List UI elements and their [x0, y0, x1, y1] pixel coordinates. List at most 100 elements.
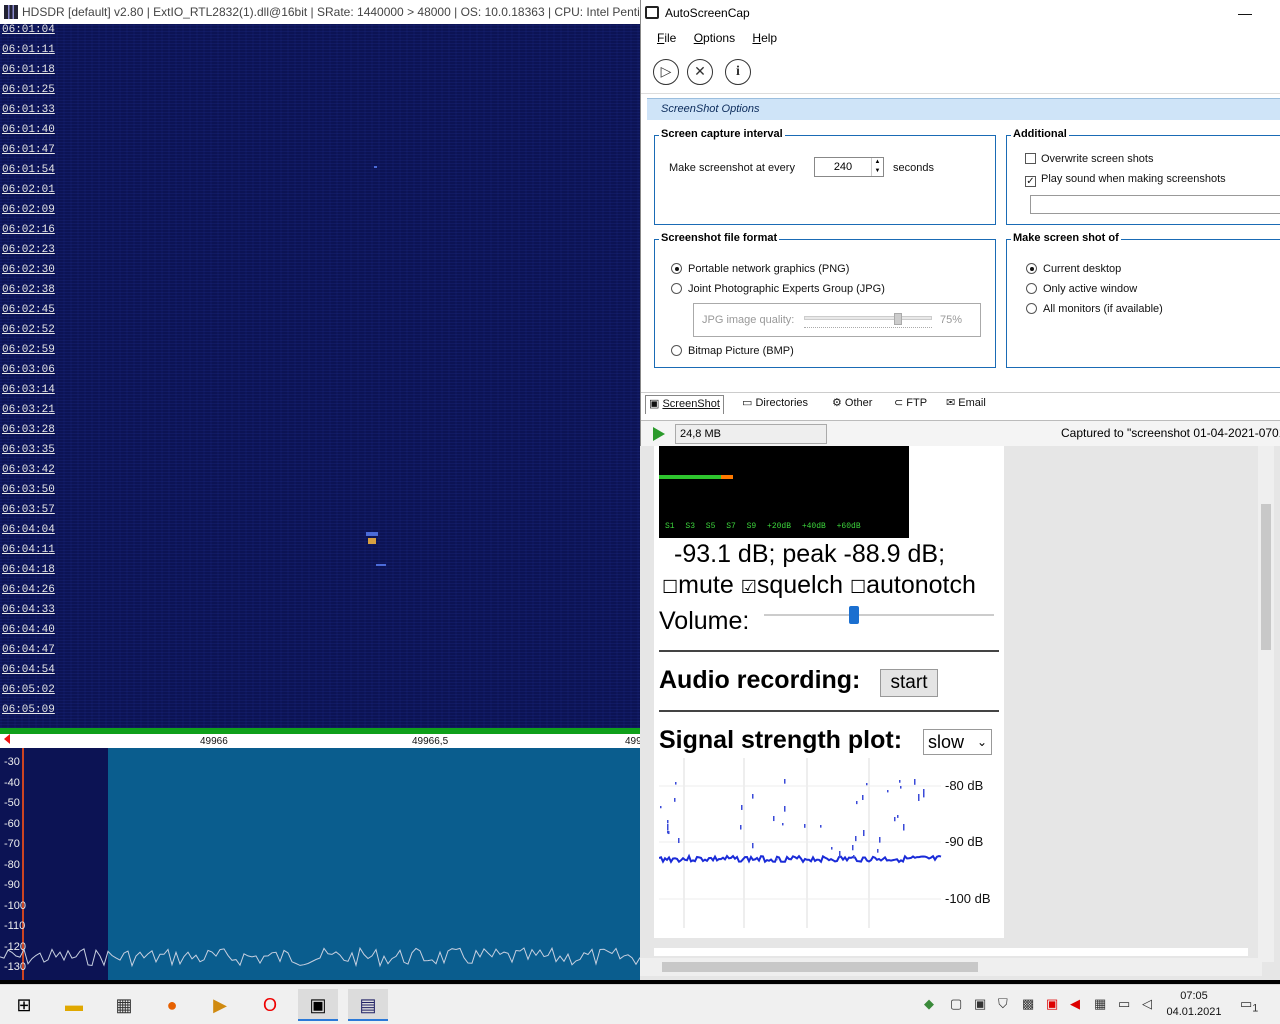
menu-options[interactable]: Options — [694, 31, 735, 45]
taskbar: ⊞ ▬ ▦ ● ▶ O ▣ ▤ ◆ ▢ ▣ ⛉ ▩ ▣ ◀ ▦ ▭ ◁ 07:0… — [0, 984, 1280, 1024]
info-button[interactable]: i — [725, 59, 751, 85]
jpg-quality-thumb[interactable] — [894, 313, 902, 325]
waterfall-noise — [0, 24, 640, 728]
waterfall-timestamp: 06:03:28 — [2, 424, 55, 436]
file-explorer-icon[interactable]: ▬ — [54, 989, 94, 1021]
divider — [659, 650, 999, 652]
asc-title-text: AutoScreenCap — [665, 6, 750, 20]
volume-slider[interactable] — [764, 614, 994, 616]
format-bmp-radio[interactable] — [671, 345, 682, 356]
overwrite-option[interactable]: Overwrite screen shots — [1025, 153, 1153, 165]
play-icon[interactable] — [653, 427, 665, 441]
autonotch-checkbox[interactable]: ☐ — [850, 577, 866, 597]
stop-capture-button[interactable]: ✕ — [687, 59, 713, 85]
security-icon[interactable]: ▩ — [1022, 996, 1034, 1012]
start-capture-button[interactable]: ▷ — [653, 59, 679, 85]
tab-ftp[interactable]: ⊂ FTP — [891, 395, 930, 414]
format-jpg-option[interactable]: Joint Photographic Experts Group (JPG) — [671, 283, 885, 295]
plot-spike — [839, 851, 841, 858]
waterfall-timestamp: 06:03:06 — [2, 364, 55, 376]
tab-screenshot[interactable]: ▣ ScreenShot — [645, 395, 724, 414]
windows-start-icon[interactable]: ⊞ — [4, 989, 44, 1021]
recording-start-button[interactable]: start — [880, 669, 938, 697]
sound-file-field[interactable] — [1030, 195, 1280, 214]
waterfall-timestamp: 06:05:02 — [2, 684, 55, 696]
speaker-icon[interactable]: ◁ — [1142, 996, 1152, 1012]
waterfall-display[interactable]: 06:01:04 06:01:11 06:01:18 06:01:25 06:01:33… — [0, 24, 640, 728]
plot-spike — [752, 843, 754, 849]
network-icon[interactable]: ▭ — [1118, 996, 1130, 1012]
plot-spike — [667, 820, 669, 824]
tab-email[interactable]: ✉ Email — [943, 395, 989, 414]
scroll-thumb[interactable] — [662, 962, 978, 972]
waterfall-timestamp: 06:04:33 — [2, 604, 55, 616]
mute-checkbox[interactable]: ☐ — [662, 577, 678, 597]
menu-file-label: ile — [664, 31, 677, 45]
shield-icon[interactable]: ⛉ — [998, 996, 1008, 1012]
target-current-radio[interactable] — [1026, 263, 1037, 274]
camera-icon: ▣ — [649, 398, 663, 410]
spectrum-display[interactable]: -30 -40 -50 -60 -70 -80 -90 -100 -110 -120 -130 — [0, 748, 640, 980]
waterfall-timestamp: 06:01:04 — [2, 24, 55, 36]
squelch-option[interactable]: ☑squelch — [741, 571, 843, 599]
antivirus-icon[interactable]: ▣ — [1046, 996, 1058, 1012]
squelch-checkbox[interactable]: ☑ — [741, 577, 757, 597]
waterfall-time-axis: 06:01:04 06:01:11 06:01:18 06:01:25 06:01:33… — [0, 24, 60, 720]
store-icon[interactable]: ▦ — [104, 989, 144, 1021]
group-additional: Additional Overwrite screen shots ✓ Play … — [1006, 128, 1280, 225]
minimize-button[interactable]: — — [1238, 0, 1252, 26]
target-active-option[interactable]: Only active window — [1026, 283, 1137, 295]
firefox-icon[interactable]: ● — [152, 989, 192, 1021]
target-active-label: Only active window — [1043, 283, 1138, 295]
volume-thumb[interactable] — [848, 606, 859, 624]
autoscreencap-task-icon[interactable]: ▣ — [298, 989, 338, 1021]
clock[interactable]: 07:05 04.01.2021 — [1166, 988, 1222, 1020]
target-all-option[interactable]: All monitors (if available) — [1026, 303, 1163, 315]
interval-stepper[interactable]: 240 ▲ ▼ — [814, 157, 884, 177]
tune-marker-icon[interactable] — [4, 734, 10, 744]
mute-speaker-icon[interactable]: ◀ — [1070, 996, 1080, 1012]
menu-help[interactable]: Help — [752, 31, 777, 45]
format-png-radio[interactable] — [671, 263, 682, 274]
play-sound-checkbox[interactable]: ✓ — [1025, 176, 1036, 187]
target-all-radio[interactable] — [1026, 303, 1037, 314]
target-active-radio[interactable] — [1026, 283, 1037, 294]
network-status-icon[interactable]: ◆ — [924, 996, 934, 1012]
freq-tick: 49966,5 — [412, 736, 449, 747]
tab-other[interactable]: ⚙ Other — [829, 395, 875, 414]
plot-spike — [675, 782, 677, 785]
format-png-option[interactable]: Portable network graphics (PNG) — [671, 263, 849, 275]
tray-icon[interactable]: ▢ — [950, 996, 962, 1012]
hdsdr-title-text: HDSDR [default] v2.80 | ExtIO_RTL2832(1)… — [22, 5, 640, 19]
tray-icon[interactable]: ▣ — [974, 996, 986, 1012]
format-jpg-radio[interactable] — [671, 283, 682, 294]
tray-icon[interactable]: ▦ — [1094, 996, 1106, 1012]
plot-spike — [784, 806, 786, 812]
media-player-icon[interactable]: ▶ — [200, 989, 240, 1021]
mute-option[interactable]: ☐mute — [662, 571, 734, 599]
plot-speed-select[interactable]: slow ⌄ — [923, 729, 992, 755]
envelope-icon: ✉ — [946, 397, 959, 409]
notification-count: 1 — [1252, 1002, 1259, 1015]
audio-options: ☐mute ☑squelch ☐autonotch — [662, 571, 976, 600]
opera-icon[interactable]: O — [250, 989, 290, 1021]
overwrite-checkbox[interactable] — [1025, 153, 1036, 164]
autonotch-option[interactable]: ☐autonotch — [850, 571, 976, 599]
play-sound-option[interactable]: ✓ Play sound when making screenshots — [1025, 173, 1226, 187]
scroll-thumb[interactable] — [1261, 504, 1271, 650]
asc-title-bar[interactable]: AutoScreenCap — — [641, 0, 1280, 26]
plot-spike — [900, 786, 902, 789]
horizontal-scrollbar[interactable] — [640, 958, 1262, 976]
asc-tab-bar: ▣ ScreenShot ▭ Directories ⚙ Other ⊂ FTP… — [641, 392, 1280, 414]
jpg-quality-slider[interactable] — [804, 313, 932, 328]
menu-file[interactable]: File — [657, 31, 676, 45]
target-current-option[interactable]: Current desktop — [1026, 263, 1121, 275]
hdsdr-task-icon[interactable]: ▤ — [348, 989, 388, 1021]
stepper-arrows-icon[interactable]: ▲ ▼ — [871, 158, 883, 176]
vertical-scrollbar[interactable] — [1258, 446, 1274, 962]
notification-icon[interactable]: ▭1 — [1240, 996, 1258, 1015]
format-bmp-option[interactable]: Bitmap Picture (BMP) — [671, 345, 794, 357]
frequency-scale[interactable]: 49966 49966,5 499 — [0, 728, 642, 748]
group-title: Screen capture interval — [659, 128, 785, 140]
tab-directories[interactable]: ▭ Directories — [739, 395, 811, 414]
